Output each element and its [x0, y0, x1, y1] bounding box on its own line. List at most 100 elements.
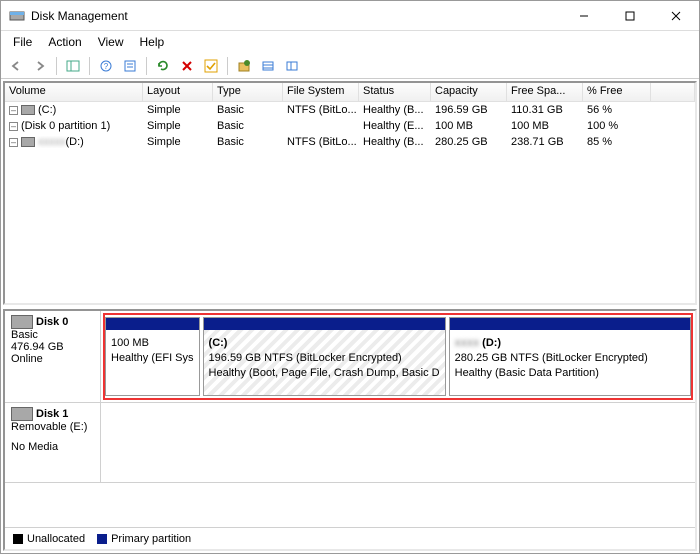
menubar: File Action View Help — [1, 31, 699, 53]
toolbar: ? — [1, 53, 699, 79]
disk0-label: Disk 0 — [36, 316, 68, 328]
refresh-button[interactable] — [152, 55, 174, 77]
col-type[interactable]: Type — [213, 83, 283, 101]
volume-row[interactable]: –xxxxx(D:) Simple Basic NTFS (BitLo... H… — [5, 134, 695, 150]
app-icon — [9, 8, 25, 24]
disk0-state: Online — [11, 353, 94, 365]
partition-size: 100 MB — [111, 336, 194, 351]
disk1-summary[interactable]: Disk 1 Removable (E:) No Media — [5, 403, 101, 482]
partition-header — [204, 318, 445, 330]
cell-status: Healthy (B... — [359, 136, 431, 148]
cell-type: Basic — [213, 120, 283, 132]
partition-size-fs: 196.59 GB NTFS (BitLocker Encrypted) — [209, 351, 440, 366]
cell-free: 110.31 GB — [507, 104, 583, 116]
check-button[interactable] — [200, 55, 222, 77]
col-capacity[interactable]: Capacity — [431, 83, 507, 101]
disk-map-pane: Disk 0 Basic 476.94 GB Online 100 MB Hea… — [3, 309, 697, 551]
col-pctfree[interactable]: % Free — [583, 83, 651, 101]
disk-icon — [21, 137, 35, 147]
menu-help[interactable]: Help — [132, 33, 173, 51]
column-headers: Volume Layout Type File System Status Ca… — [5, 83, 695, 102]
cell-fs: NTFS (BitLo... — [283, 136, 359, 148]
expander-icon[interactable]: – — [9, 122, 18, 131]
cell-pct: 85 % — [583, 136, 651, 148]
cell-status: Healthy (B... — [359, 104, 431, 116]
swatch-unallocated-icon — [13, 534, 23, 544]
volume-name-blur: xxxxx — [38, 136, 66, 148]
disk-icon — [21, 105, 35, 115]
disk-management-window: Disk Management File Action View Help ? — [0, 0, 700, 554]
cell-pct: 56 % — [583, 104, 651, 116]
volume-row[interactable]: –(C:) Simple Basic NTFS (BitLo... Health… — [5, 102, 695, 118]
disk1-kind: Removable (E:) — [11, 421, 94, 433]
expander-icon[interactable]: – — [9, 106, 18, 115]
col-volume[interactable]: Volume — [5, 83, 143, 101]
disk-icon — [11, 315, 33, 329]
cell-capacity: 280.25 GB — [431, 136, 507, 148]
disk1-partitions — [101, 403, 695, 482]
cell-type: Basic — [213, 104, 283, 116]
partition-efi[interactable]: 100 MB Healthy (EFI Sys — [105, 317, 200, 396]
disk1-row: Disk 1 Removable (E:) No Media — [5, 403, 695, 483]
delete-button[interactable] — [176, 55, 198, 77]
list-view-button[interactable] — [257, 55, 279, 77]
col-extra[interactable] — [651, 83, 695, 101]
disk1-state: No Media — [11, 441, 94, 453]
minimize-button[interactable] — [561, 1, 607, 31]
graphical-view-button[interactable] — [281, 55, 303, 77]
toolbar-separator — [89, 57, 90, 75]
partition-status: Healthy (Boot, Page File, Crash Dump, Ba… — [209, 366, 440, 381]
close-button[interactable] — [653, 1, 699, 31]
menu-file[interactable]: File — [5, 33, 40, 51]
partition-header — [450, 318, 690, 330]
disk0-kind: Basic — [11, 329, 94, 341]
legend-primary: Primary partition — [97, 533, 191, 545]
partition-status: Healthy (EFI Sys — [111, 351, 194, 366]
partition-size-fs: 280.25 GB NTFS (BitLocker Encrypted) — [455, 351, 685, 366]
menu-view[interactable]: View — [90, 33, 132, 51]
forward-button[interactable] — [29, 55, 51, 77]
titlebar: Disk Management — [1, 1, 699, 31]
svg-text:?: ? — [104, 62, 109, 71]
rescan-button[interactable] — [233, 55, 255, 77]
disk1-label: Disk 1 — [36, 408, 68, 420]
disk0-summary[interactable]: Disk 0 Basic 476.94 GB Online — [5, 311, 101, 402]
cell-free: 100 MB — [507, 120, 583, 132]
expander-icon[interactable]: – — [9, 138, 18, 147]
menu-action[interactable]: Action — [40, 33, 89, 51]
partition-status: Healthy (Basic Data Partition) — [455, 366, 685, 381]
partition-header — [106, 318, 199, 330]
toolbar-separator — [56, 57, 57, 75]
disk-pane-empty — [5, 483, 695, 527]
show-hide-tree-button[interactable] — [62, 55, 84, 77]
disk0-partitions: 100 MB Healthy (EFI Sys (C:) 196.59 GB N… — [103, 313, 693, 400]
volume-row[interactable]: –(Disk 0 partition 1) Simple Basic Healt… — [5, 118, 695, 134]
col-status[interactable]: Status — [359, 83, 431, 101]
swatch-primary-icon — [97, 534, 107, 544]
col-layout[interactable]: Layout — [143, 83, 213, 101]
cell-pct: 100 % — [583, 120, 651, 132]
col-free[interactable]: Free Spa... — [507, 83, 583, 101]
toolbar-separator — [146, 57, 147, 75]
legend: Unallocated Primary partition — [5, 527, 695, 549]
back-button[interactable] — [5, 55, 27, 77]
col-filesystem[interactable]: File System — [283, 83, 359, 101]
help-button[interactable]: ? — [95, 55, 117, 77]
cell-capacity: 100 MB — [431, 120, 507, 132]
cell-free: 238.71 GB — [507, 136, 583, 148]
disk0-size: 476.94 GB — [11, 341, 94, 353]
partition-d[interactable]: xxxx (D:) 280.25 GB NTFS (BitLocker Encr… — [449, 317, 691, 396]
cell-status: Healthy (E... — [359, 120, 431, 132]
window-title: Disk Management — [31, 9, 561, 23]
partition-title: (D:) — [479, 337, 501, 349]
partition-title-blur: xxxx — [455, 337, 479, 349]
cell-type: Basic — [213, 136, 283, 148]
volume-list-pane: Volume Layout Type File System Status Ca… — [3, 81, 697, 305]
disk0-row: Disk 0 Basic 476.94 GB Online 100 MB Hea… — [5, 311, 695, 403]
partition-c[interactable]: (C:) 196.59 GB NTFS (BitLocker Encrypted… — [203, 317, 446, 396]
volume-name: (D:) — [66, 136, 84, 148]
properties-button[interactable] — [119, 55, 141, 77]
cell-layout: Simple — [143, 104, 213, 116]
maximize-button[interactable] — [607, 1, 653, 31]
volume-name: (C:) — [38, 104, 56, 116]
